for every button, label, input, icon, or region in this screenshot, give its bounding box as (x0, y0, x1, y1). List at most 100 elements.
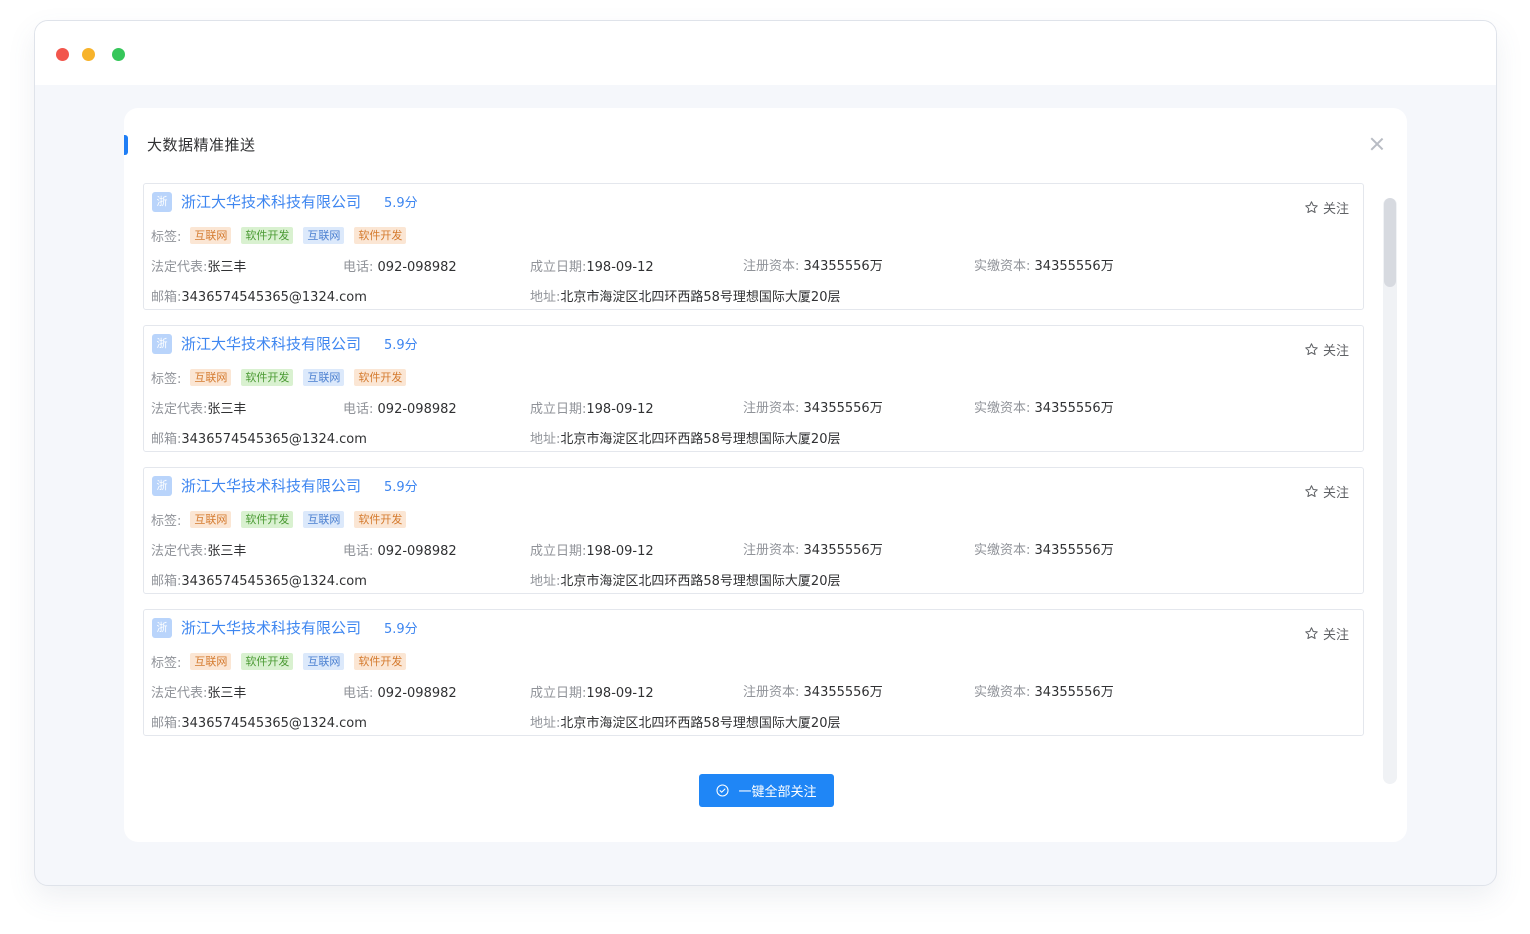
founded-label: 成立日期: (530, 260, 587, 275)
company-score: 5.9分 (384, 196, 418, 211)
push-panel: 大数据精准推送 浙 浙江大华技术科技有限公司 5.9分 关注 标签: 互联网 软… (124, 108, 1407, 842)
founded-field: 成立日期:198-09-12 (530, 398, 654, 417)
follow-button[interactable]: 关注 (1304, 624, 1349, 643)
legal-rep-value: 张三丰 (207, 402, 247, 417)
email-field: 邮箱:3436574545365@1324.com (151, 570, 367, 589)
paid-capital-value: 34355556万 (1034, 543, 1114, 558)
phone-label: 电话: (343, 686, 374, 701)
founded-value: 198-09-12 (586, 402, 654, 417)
tag: 互联网 (190, 511, 232, 528)
legal-rep-label: 法定代表: (151, 544, 208, 559)
reg-capital-label: 注册资本: (743, 401, 800, 416)
email-value: 3436574545365@1324.com (181, 432, 367, 447)
company-card: 浙 浙江大华技术科技有限公司 5.9分 关注 标签: 互联网 软件开发 互联网 … (143, 183, 1364, 310)
company-name-link[interactable]: 浙江大华技术科技有限公司 (181, 191, 361, 212)
legal-rep-field: 法定代表:张三丰 (151, 256, 246, 275)
star-icon (1305, 627, 1318, 639)
email-label: 邮箱: (151, 574, 182, 589)
legal-rep-value: 张三丰 (207, 260, 247, 275)
reg-capital-value: 34355556万 (803, 401, 883, 416)
close-icon[interactable] (1369, 136, 1385, 152)
tags-label: 标签: (151, 514, 182, 529)
maximize-window-button[interactable] (112, 48, 125, 61)
founded-field: 成立日期:198-09-12 (530, 540, 654, 559)
email-field: 邮箱:3436574545365@1324.com (151, 286, 367, 305)
scrollbar-thumb[interactable] (1384, 198, 1396, 287)
tags-row: 标签: 互联网 软件开发 互联网 软件开发 (151, 368, 416, 387)
phone-label: 电话: (343, 260, 374, 275)
company-card: 浙 浙江大华技术科技有限公司 5.9分 关注 标签: 互联网 软件开发 互联网 … (143, 325, 1364, 452)
reg-capital-label: 注册资本: (743, 259, 800, 274)
paid-capital-label: 实缴资本: (974, 543, 1031, 558)
legal-rep-value: 张三丰 (207, 544, 247, 559)
tag: 互联网 (303, 369, 345, 386)
reg-capital-field: 注册资本: 34355556万 (743, 681, 883, 700)
follow-label: 关注 (1322, 344, 1349, 359)
phone-label: 电话: (343, 544, 374, 559)
address-label: 地址: (530, 432, 561, 447)
tags-label: 标签: (151, 656, 182, 671)
phone-value: 092-098982 (377, 544, 457, 559)
legal-rep-label: 法定代表: (151, 402, 208, 417)
address-field: 地址:北京市海淀区北四环西路58号理想国际大厦20层 (530, 428, 840, 447)
company-name-link[interactable]: 浙江大华技术科技有限公司 (181, 617, 361, 638)
company-score: 5.9分 (384, 480, 418, 495)
app-window: 大数据精准推送 浙 浙江大华技术科技有限公司 5.9分 关注 标签: 互联网 软… (34, 20, 1497, 886)
paid-capital-field: 实缴资本: 34355556万 (974, 539, 1114, 558)
paid-capital-value: 34355556万 (1034, 685, 1114, 700)
title-accent-bar (124, 135, 128, 155)
star-icon (1305, 485, 1318, 497)
follow-label: 关注 (1322, 486, 1349, 501)
founded-label: 成立日期: (530, 686, 587, 701)
follow-button[interactable]: 关注 (1304, 340, 1349, 359)
phone-field: 电话: 092-098982 (343, 398, 457, 417)
follow-all-button[interactable]: 一键全部关注 (699, 774, 834, 807)
founded-value: 198-09-12 (586, 260, 654, 275)
tag: 互联网 (190, 227, 232, 244)
tags-row: 标签: 互联网 软件开发 互联网 软件开发 (151, 226, 416, 245)
company-name-link[interactable]: 浙江大华技术科技有限公司 (181, 475, 361, 496)
check-circle-icon (716, 784, 730, 797)
founded-field: 成立日期:198-09-12 (530, 256, 654, 275)
email-label: 邮箱: (151, 290, 182, 305)
founded-value: 198-09-12 (586, 686, 654, 701)
founded-label: 成立日期: (530, 402, 587, 417)
province-badge: 浙 (152, 476, 172, 496)
email-value: 3436574545365@1324.com (181, 290, 367, 305)
legal-rep-label: 法定代表: (151, 686, 208, 701)
email-label: 邮箱: (151, 716, 182, 731)
tag: 软件开发 (354, 369, 407, 386)
legal-rep-label: 法定代表: (151, 260, 208, 275)
follow-label: 关注 (1322, 628, 1349, 643)
scrollbar[interactable] (1383, 198, 1397, 784)
founded-value: 198-09-12 (586, 544, 654, 559)
paid-capital-value: 34355556万 (1034, 259, 1114, 274)
tag: 互联网 (303, 227, 345, 244)
phone-field: 电话: 092-098982 (343, 540, 457, 559)
email-field: 邮箱:3436574545365@1324.com (151, 428, 367, 447)
reg-capital-field: 注册资本: 34355556万 (743, 255, 883, 274)
province-badge: 浙 (152, 334, 172, 354)
paid-capital-field: 实缴资本: 34355556万 (974, 255, 1114, 274)
tag: 互联网 (190, 369, 232, 386)
close-window-button[interactable] (56, 48, 69, 61)
reg-capital-field: 注册资本: 34355556万 (743, 539, 883, 558)
tags-row: 标签: 互联网 软件开发 互联网 软件开发 (151, 510, 416, 529)
legal-rep-field: 法定代表:张三丰 (151, 682, 246, 701)
follow-all-label: 一键全部关注 (738, 785, 817, 800)
address-field: 地址:北京市海淀区北四环西路58号理想国际大厦20层 (530, 712, 840, 731)
address-label: 地址: (530, 574, 561, 589)
tag: 互联网 (190, 653, 232, 670)
company-score: 5.9分 (384, 338, 418, 353)
company-name-link[interactable]: 浙江大华技术科技有限公司 (181, 333, 361, 354)
company-card: 浙 浙江大华技术科技有限公司 5.9分 关注 标签: 互联网 软件开发 互联网 … (143, 467, 1364, 594)
follow-button[interactable]: 关注 (1304, 482, 1349, 501)
follow-button[interactable]: 关注 (1304, 198, 1349, 217)
province-badge: 浙 (152, 618, 172, 638)
email-value: 3436574545365@1324.com (181, 574, 367, 589)
reg-capital-value: 34355556万 (803, 259, 883, 274)
minimize-window-button[interactable] (82, 48, 95, 61)
company-score: 5.9分 (384, 622, 418, 637)
phone-field: 电话: 092-098982 (343, 682, 457, 701)
legal-rep-value: 张三丰 (207, 686, 247, 701)
